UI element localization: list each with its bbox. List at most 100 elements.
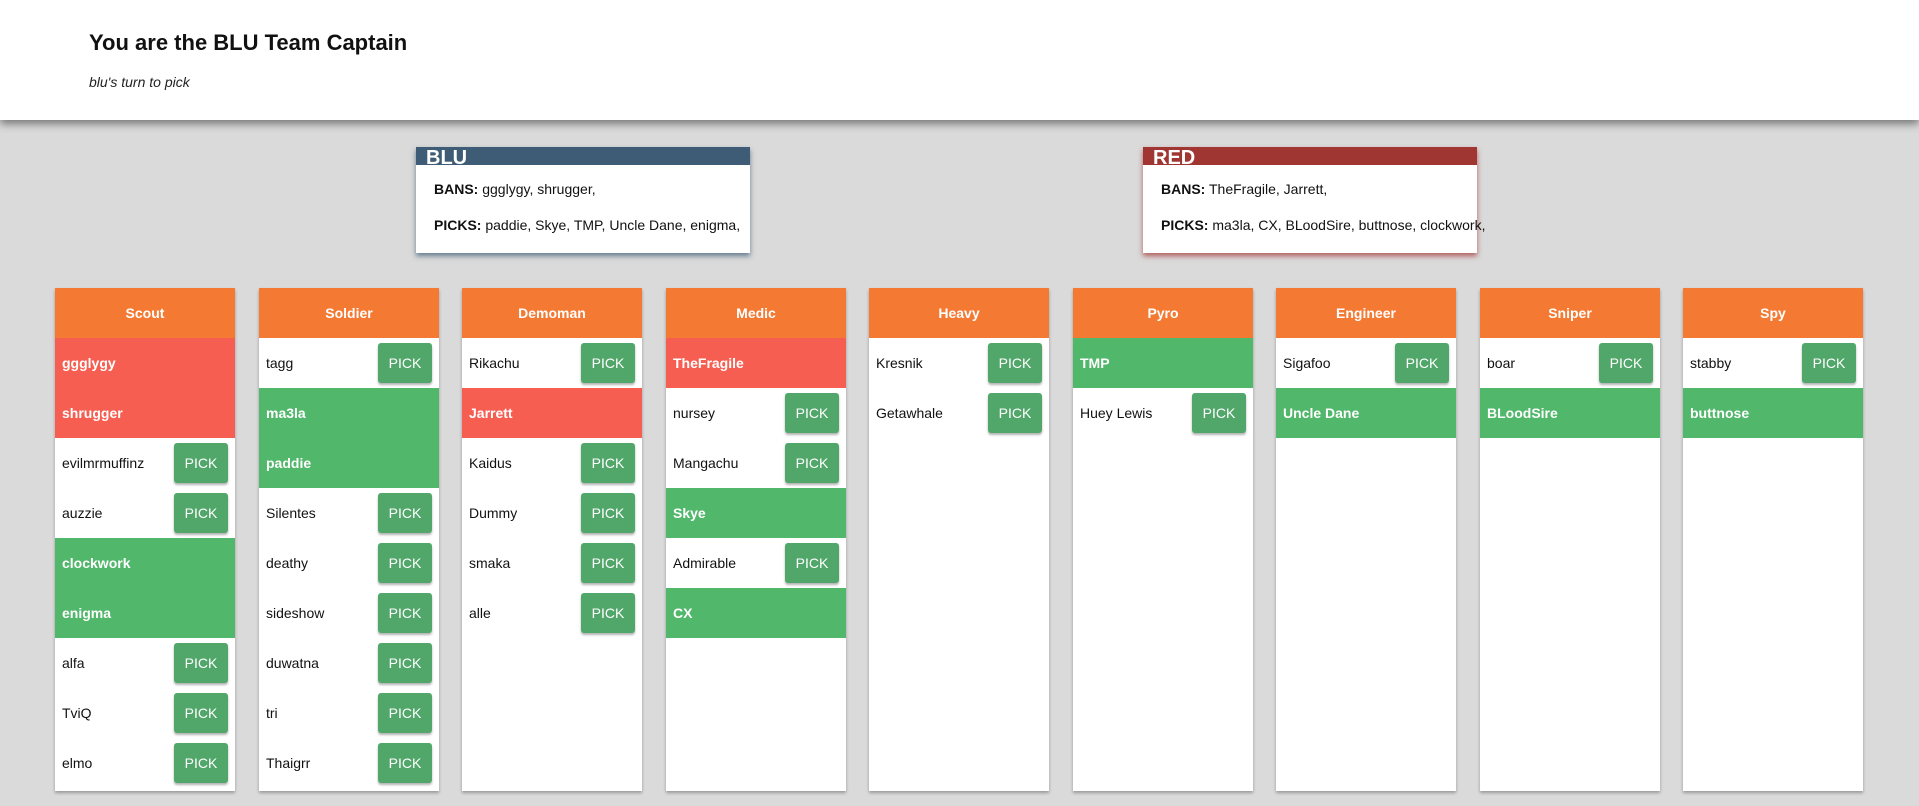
pick-button[interactable]: PICK bbox=[581, 543, 635, 583]
player-name: paddie bbox=[266, 455, 312, 471]
player-row: buttnose bbox=[1683, 388, 1863, 438]
player-row: Thaigrr PICK bbox=[259, 738, 439, 788]
player-name: shrugger bbox=[62, 405, 123, 421]
red-picks-list: ma3la, CX, BLoodSire, buttnose, clockwor… bbox=[1212, 217, 1486, 233]
pick-button[interactable]: PICK bbox=[378, 643, 432, 683]
player-name: alle bbox=[469, 605, 491, 621]
player-row: nursey PICK bbox=[666, 388, 846, 438]
player-name: enigma bbox=[62, 605, 112, 621]
red-team-card: RED BANS: TheFragile, Jarrett, PICKS: ma… bbox=[1143, 147, 1485, 253]
pick-button[interactable]: PICK bbox=[174, 643, 228, 683]
pick-button[interactable]: PICK bbox=[1192, 393, 1246, 433]
player-name: Silentes bbox=[266, 505, 316, 521]
class-column-demoman: Demoman Rikachu PICK Jarrett Kaidus PICK Dummy… bbox=[462, 288, 642, 791]
player-name: Getawhale bbox=[876, 405, 943, 421]
player-row: tri PICK bbox=[259, 688, 439, 738]
red-bans: BANS: TheFragile, Jarrett, bbox=[1161, 181, 1327, 197]
pick-button[interactable]: PICK bbox=[378, 593, 432, 633]
blu-picks-list: paddie, Skye, TMP, Uncle Dane, enigma, bbox=[485, 217, 741, 233]
player-row: TviQ PICK bbox=[55, 688, 235, 738]
pick-button[interactable]: PICK bbox=[174, 693, 228, 733]
pick-button[interactable]: PICK bbox=[1802, 343, 1856, 383]
pick-button[interactable]: PICK bbox=[581, 443, 635, 483]
player-row: alfa PICK bbox=[55, 638, 235, 688]
player-name: Skye bbox=[673, 505, 706, 521]
red-picks-label: PICKS: bbox=[1161, 217, 1209, 233]
player-name: boar bbox=[1487, 355, 1516, 371]
player-row: Uncle Dane bbox=[1276, 388, 1456, 438]
pick-button[interactable]: PICK bbox=[1395, 343, 1449, 383]
class-header: Medic bbox=[666, 288, 846, 338]
class-header: Demoman bbox=[462, 288, 642, 338]
player-name: Jarrett bbox=[469, 405, 513, 421]
pick-button[interactable]: PICK bbox=[785, 443, 839, 483]
pick-button[interactable]: PICK bbox=[378, 693, 432, 733]
pick-button[interactable]: PICK bbox=[785, 543, 839, 583]
player-row: sideshow PICK bbox=[259, 588, 439, 638]
pick-button[interactable]: PICK bbox=[581, 343, 635, 383]
player-name: ma3la bbox=[266, 405, 306, 421]
player-name: sideshow bbox=[266, 605, 325, 621]
player-name: TviQ bbox=[62, 705, 92, 721]
player-row: BLoodSire bbox=[1480, 388, 1660, 438]
player-name: TMP bbox=[1080, 355, 1110, 371]
player-name: Uncle Dane bbox=[1283, 405, 1360, 421]
pick-button[interactable]: PICK bbox=[988, 343, 1042, 383]
class-column-sniper: Sniper boar PICK BLoodSire bbox=[1480, 288, 1660, 791]
player-row: shrugger bbox=[55, 388, 235, 438]
pick-button[interactable]: PICK bbox=[378, 743, 432, 783]
player-row: Sigafoo PICK bbox=[1276, 338, 1456, 388]
player-row: Skye bbox=[666, 488, 846, 538]
player-row: Mangachu PICK bbox=[666, 438, 846, 488]
blu-team-name: BLU bbox=[416, 147, 750, 165]
pick-button[interactable]: PICK bbox=[1599, 343, 1653, 383]
player-name: Thaigrr bbox=[266, 755, 311, 771]
page-header: You are the BLU Team Captain blu's turn … bbox=[0, 0, 1919, 120]
class-column-medic: Medic TheFragile nursey PICK Mangachu PICK Sky… bbox=[666, 288, 846, 791]
blu-picks: PICKS: paddie, Skye, TMP, Uncle Dane, en… bbox=[434, 217, 740, 233]
pick-button[interactable]: PICK bbox=[378, 343, 432, 383]
pick-button[interactable]: PICK bbox=[378, 493, 432, 533]
pick-button[interactable]: PICK bbox=[581, 593, 635, 633]
red-picks: PICKS: ma3la, CX, BLoodSire, buttnose, c… bbox=[1161, 217, 1485, 233]
player-name: BLoodSire bbox=[1487, 405, 1558, 421]
class-header: Spy bbox=[1683, 288, 1863, 338]
player-row: Admirable PICK bbox=[666, 538, 846, 588]
player-row: enigma bbox=[55, 588, 235, 638]
class-column-engineer: Engineer Sigafoo PICK Uncle Dane bbox=[1276, 288, 1456, 791]
player-row: Dummy PICK bbox=[462, 488, 642, 538]
turn-status: blu's turn to pick bbox=[89, 74, 190, 90]
player-row: TheFragile bbox=[666, 338, 846, 388]
player-name: Dummy bbox=[469, 505, 518, 521]
player-name: CX bbox=[673, 605, 693, 621]
blu-bans: BANS: ggglygy, shrugger, bbox=[434, 181, 596, 197]
pick-button[interactable]: PICK bbox=[174, 743, 228, 783]
player-row: Getawhale PICK bbox=[869, 388, 1049, 438]
player-row: ma3la bbox=[259, 388, 439, 438]
class-header: Pyro bbox=[1073, 288, 1253, 338]
player-row: TMP bbox=[1073, 338, 1253, 388]
class-header: Engineer bbox=[1276, 288, 1456, 338]
pick-button[interactable]: PICK bbox=[988, 393, 1042, 433]
pick-button[interactable]: PICK bbox=[785, 393, 839, 433]
pick-button[interactable]: PICK bbox=[581, 493, 635, 533]
pick-button[interactable]: PICK bbox=[174, 493, 228, 533]
player-row: CX bbox=[666, 588, 846, 638]
player-row: tagg PICK bbox=[259, 338, 439, 388]
player-name: TheFragile bbox=[673, 355, 744, 371]
player-row: Huey Lewis PICK bbox=[1073, 388, 1253, 438]
player-name: alfa bbox=[62, 655, 85, 671]
pick-button[interactable]: PICK bbox=[378, 543, 432, 583]
player-row: boar PICK bbox=[1480, 338, 1660, 388]
class-column-spy: Spy stabby PICK buttnose bbox=[1683, 288, 1863, 791]
player-name: clockwork bbox=[62, 555, 131, 571]
player-row: ggglygy bbox=[55, 338, 235, 388]
player-name: Huey Lewis bbox=[1080, 405, 1153, 421]
class-header: Sniper bbox=[1480, 288, 1660, 338]
player-row: auzzie PICK bbox=[55, 488, 235, 538]
page-title: You are the BLU Team Captain bbox=[89, 30, 408, 55]
pick-button[interactable]: PICK bbox=[174, 443, 228, 483]
player-name: stabby bbox=[1690, 355, 1732, 371]
player-name: Kaidus bbox=[469, 455, 512, 471]
class-column-scout: Scout ggglygy shrugger evilmrmuffinz PICK auz… bbox=[55, 288, 235, 791]
